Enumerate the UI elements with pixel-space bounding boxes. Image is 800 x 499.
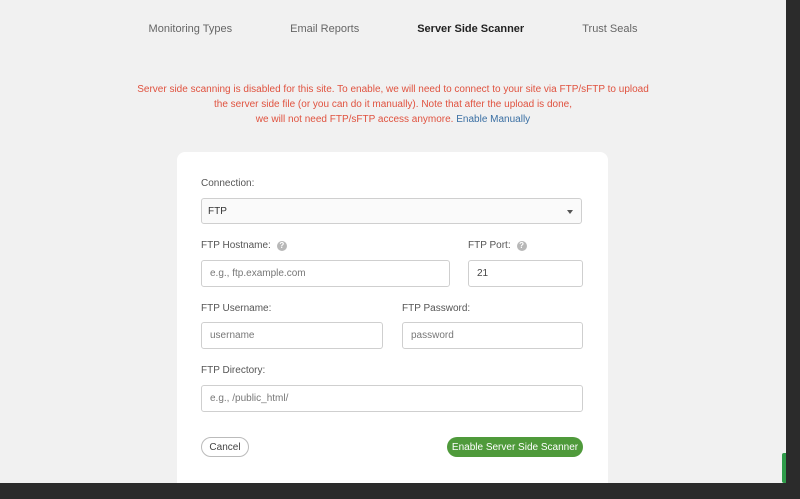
tab-trust-seals[interactable]: Trust Seals [582, 23, 637, 35]
help-icon[interactable]: ? [516, 241, 527, 251]
port-label-text: FTP Port: [468, 240, 511, 251]
enable-server-side-scanner-button[interactable]: Enable Server Side Scanner [447, 437, 583, 457]
help-icon[interactable]: ? [276, 241, 287, 251]
password-label: FTP Password: [402, 303, 471, 314]
ftp-settings-card: Connection: FTP FTP Hostname:? FTP Port:… [177, 152, 608, 483]
tab-server-side-scanner[interactable]: Server Side Scanner [417, 23, 524, 35]
tab-bar: Monitoring Types Email Reports Server Si… [0, 23, 786, 35]
chevron-down-icon [567, 210, 573, 214]
hostname-label-text: FTP Hostname: [201, 240, 271, 251]
tab-monitoring-types[interactable]: Monitoring Types [149, 23, 233, 35]
warning-line-1: Server side scanning is disabled for thi… [137, 84, 649, 95]
warning-line-3: we will not need FTP/sFTP access anymore… [0, 112, 786, 127]
enable-manually-link[interactable]: Enable Manually [456, 114, 530, 125]
connection-label: Connection: [201, 178, 255, 189]
port-label: FTP Port:? [468, 240, 527, 251]
ftp-password-input[interactable] [402, 322, 583, 349]
username-label: FTP Username: [201, 303, 272, 314]
hostname-label: FTP Hostname:? [201, 240, 287, 251]
scanner-disabled-warning: Server side scanning is disabled for thi… [0, 82, 786, 127]
tab-email-reports[interactable]: Email Reports [290, 23, 359, 35]
ftp-hostname-input[interactable] [201, 260, 450, 287]
warning-line-3-text: we will not need FTP/sFTP access anymore… [255, 114, 454, 125]
ftp-port-input[interactable] [468, 260, 583, 287]
warning-line-2: the server side file (or you can do it m… [214, 99, 572, 110]
ftp-username-input[interactable] [201, 322, 383, 349]
directory-label: FTP Directory: [201, 365, 266, 376]
ftp-directory-input[interactable] [201, 385, 583, 412]
connection-select[interactable]: FTP [201, 198, 582, 224]
app-window: Monitoring Types Email Reports Server Si… [0, 0, 786, 483]
cancel-button[interactable]: Cancel [201, 437, 249, 457]
side-widget-tab[interactable] [782, 453, 786, 483]
connection-selected-value: FTP [208, 206, 227, 217]
